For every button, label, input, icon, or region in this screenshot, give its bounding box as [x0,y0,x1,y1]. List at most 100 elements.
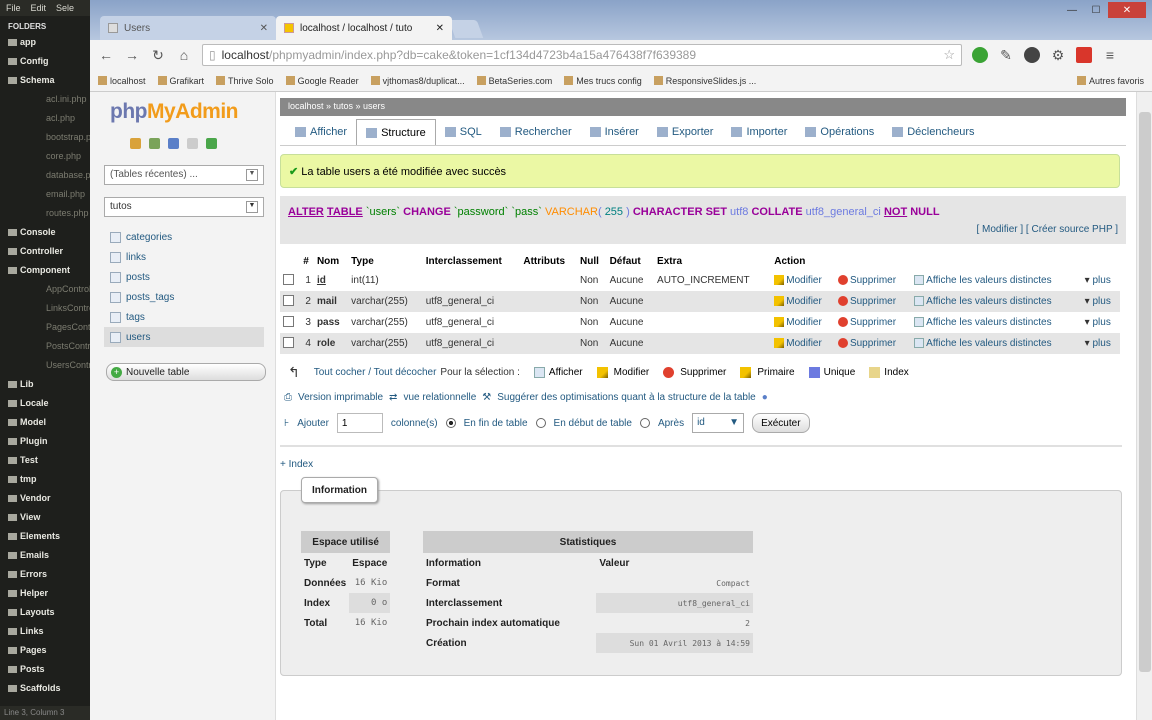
bookmark-item[interactable]: Thrive Solo [216,76,274,86]
bookmark-item[interactable]: vjthomas8/duplicat... [370,76,465,86]
tree-item[interactable]: Vendor [0,489,90,508]
tree-item[interactable]: Posts [0,660,90,679]
more-action[interactable]: ▾ plus [1081,291,1120,312]
breadcrumb[interactable]: localhost » tutos » users [280,98,1126,116]
distinct-action[interactable]: Affiche les valeurs distinctes [911,333,1082,354]
tree-item[interactable]: acl.php [0,109,90,128]
tab-structure[interactable]: Structure [356,119,436,145]
tree-item[interactable]: Locale [0,394,90,413]
delete-action[interactable]: Supprimer [834,291,912,312]
index-toggle-link[interactable]: + Index [280,459,1126,470]
browser-tab-users[interactable]: Users ✕ [100,16,276,40]
cell-name[interactable]: pass [313,312,349,333]
menu-selection[interactable]: Sele [56,3,74,13]
tree-item[interactable]: Layouts [0,603,90,622]
other-bookmarks[interactable]: Autres favoris [1076,76,1144,86]
bulk-browse-button[interactable]: Afficher [533,366,583,378]
modify-action[interactable]: Modifier [771,333,835,354]
after-column-select[interactable]: id ▼ [692,413,745,433]
browser-tab-phpmyadmin[interactable]: localhost / localhost / tuto ✕ [276,16,452,40]
new-tab-button[interactable] [448,20,484,38]
row-checkbox[interactable] [283,273,294,285]
extension-icon[interactable] [1076,47,1092,63]
tree-item[interactable]: tmp [0,470,90,489]
close-tab-icon[interactable]: ✕ [436,23,444,34]
bulk-modify-button[interactable]: Modifier [596,366,649,378]
home-icon[interactable]: ⌂ [176,47,192,63]
tree-item[interactable]: Console [0,223,90,242]
menu-edit[interactable]: Edit [31,3,47,13]
tree-item[interactable]: acl.ini.php [0,90,90,109]
table-list-item[interactable]: tags [110,307,275,327]
tree-item[interactable]: Model [0,413,90,432]
table-list-item[interactable]: categories [110,227,275,247]
close-window-icon[interactable]: ✕ [1108,2,1146,18]
page-scrollbar[interactable] [1136,92,1152,720]
bookmark-item[interactable]: localhost [98,76,146,86]
cell-name[interactable]: role [313,333,349,354]
tab-operations[interactable]: Opérations [796,119,883,145]
tree-item[interactable]: Test [0,451,90,470]
tree-item[interactable]: Errors [0,565,90,584]
tree-item[interactable]: Plugin [0,432,90,451]
tree-item[interactable]: routes.php [0,204,90,223]
modify-action[interactable]: Modifier [771,312,835,333]
row-checkbox[interactable] [283,336,294,348]
radio-after[interactable] [639,418,650,428]
check-all-link[interactable]: Tout cocher / Tout décocher [314,367,437,378]
scrollbar-thumb[interactable] [1139,112,1151,672]
print-view-link[interactable]: Version imprimable [298,392,383,403]
reload-icon[interactable]: ↻ [150,47,166,64]
address-bar[interactable]: ▯ localhost /phpmyadmin/index.php?db=cak… [202,44,962,66]
tree-item[interactable]: PostsController [0,337,90,356]
forward-icon[interactable]: → [124,47,140,63]
exit-icon[interactable] [149,138,160,149]
minimize-icon[interactable]: — [1060,2,1084,18]
bulk-delete-button[interactable]: Supprimer [663,366,726,378]
delete-action[interactable]: Supprimer [834,312,912,333]
sql-links[interactable]: [ Modifier ] [ Créer source PHP ] [288,224,1118,235]
close-tab-icon[interactable]: ✕ [260,23,268,34]
new-table-button[interactable]: + Nouvelle table [106,363,266,381]
home-icon[interactable] [130,138,141,149]
row-checkbox[interactable] [283,294,294,306]
tree-item[interactable]: app [0,33,90,52]
tree-item[interactable]: Links [0,622,90,641]
bulk-primary-button[interactable]: Primaire [740,366,795,378]
tree-item[interactable]: Controller [0,242,90,261]
more-action[interactable]: ▾ plus [1081,270,1120,291]
table-list-item[interactable]: posts_tags [110,287,275,307]
menu-file[interactable]: File [6,3,21,13]
tree-item[interactable]: View [0,508,90,527]
reload-icon[interactable] [206,138,217,149]
distinct-action[interactable]: Affiche les valeurs distinctes [911,291,1082,312]
tree-item[interactable]: UsersController [0,356,90,375]
tab-insert[interactable]: Insérer [581,119,648,145]
settings-icon[interactable]: ⚙ [1050,47,1066,64]
distinct-action[interactable]: Affiche les valeurs distinctes [911,312,1082,333]
tree-item[interactable]: PagesController [0,318,90,337]
delete-action[interactable]: Supprimer [834,333,912,354]
tree-item[interactable]: database.php [0,166,90,185]
tree-item[interactable]: core.php [0,147,90,166]
tree-item[interactable]: Lib [0,375,90,394]
bookmark-item[interactable]: Mes trucs config [564,76,642,86]
more-action[interactable]: ▾ plus [1081,312,1120,333]
tree-item[interactable]: Pages [0,641,90,660]
cell-name[interactable]: id [313,270,349,291]
extension-icon[interactable] [972,47,988,63]
tree-item[interactable]: Component [0,261,90,280]
modify-action[interactable]: Modifier [771,291,835,312]
help-icon[interactable] [168,138,179,149]
relational-view-link[interactable]: vue relationnelle [403,392,476,403]
recent-tables-select[interactable]: (Tables récentes) ... ▼ [104,165,264,185]
wrench-icon[interactable]: ✎ [998,47,1014,64]
cell-name[interactable]: mail [313,291,349,312]
tab-search[interactable]: Rechercher [491,119,581,145]
tree-item[interactable]: email.php [0,185,90,204]
tree-item[interactable]: Schema [0,71,90,90]
tree-item[interactable]: Scaffolds [0,679,90,698]
tree-item[interactable]: bootstrap.php [0,128,90,147]
column-count-input[interactable] [336,413,383,433]
tree-item[interactable]: Elements [0,527,90,546]
